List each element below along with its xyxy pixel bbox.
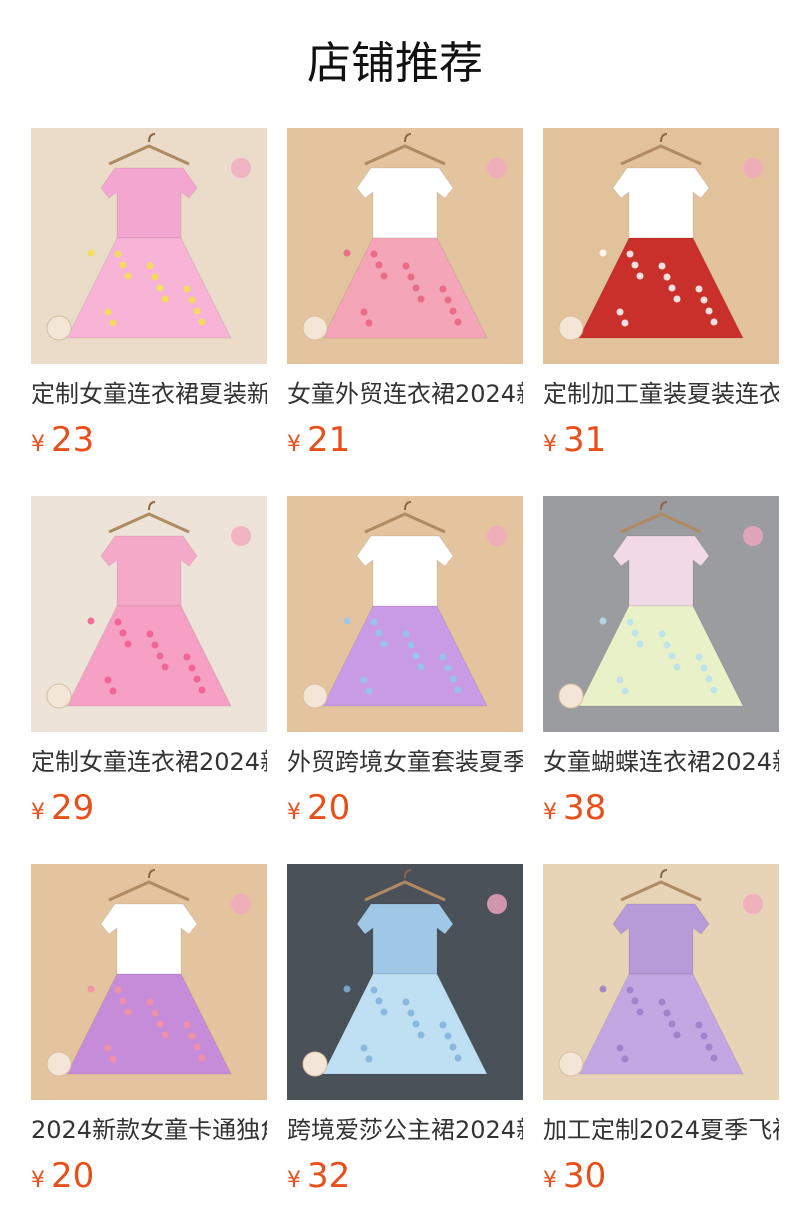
product-image[interactable] [31,864,267,1100]
product-image[interactable] [287,864,523,1100]
price-row: ¥ 38 [543,788,779,828]
product-name[interactable]: 女童蝴蝶连衣裙2024新款 [543,746,779,778]
product-card[interactable]: 定制女童连衣裙2024新款 ¥ 29 [31,496,267,864]
product-card[interactable]: 跨境爱莎公主裙2024新款 ¥ 32 [287,864,523,1232]
currency-symbol: ¥ [543,800,557,825]
product-price: 38 [563,788,607,828]
product-price: 20 [307,788,351,828]
price-row: ¥ 23 [31,420,267,460]
price-row: ¥ 30 [543,1156,779,1196]
price-row: ¥ 20 [31,1156,267,1196]
garment-illustration [543,864,779,1100]
product-price: 32 [307,1156,351,1196]
product-image[interactable] [287,128,523,364]
product-card[interactable]: 女童蝴蝶连衣裙2024新款 ¥ 38 [543,496,779,864]
currency-symbol: ¥ [31,1168,45,1193]
price-row: ¥ 29 [31,788,267,828]
product-price: 30 [563,1156,607,1196]
product-name[interactable]: 跨境爱莎公主裙2024新款 [287,1114,523,1146]
currency-symbol: ¥ [287,800,301,825]
product-image[interactable] [543,864,779,1100]
product-grid: 定制女童连衣裙夏装新款 ¥ 23 女童外贸连衣裙2024新款 ¥ 21 定制加工… [31,128,779,1232]
product-price: 21 [307,420,351,460]
product-card[interactable]: 2024新款女童卡通独角兽套装 ¥ 20 [31,864,267,1232]
product-card[interactable]: 女童外贸连衣裙2024新款 ¥ 21 [287,128,523,496]
product-card[interactable]: 定制加工童装夏装连衣裙 ¥ 31 [543,128,779,496]
price-row: ¥ 32 [287,1156,523,1196]
product-card[interactable]: 定制女童连衣裙夏装新款 ¥ 23 [31,128,267,496]
garment-illustration [31,128,267,364]
product-card[interactable]: 外贸跨境女童套装夏季新款 ¥ 20 [287,496,523,864]
garment-illustration [287,128,523,364]
product-name[interactable]: 外贸跨境女童套装夏季新款 [287,746,523,778]
product-image[interactable] [287,496,523,732]
garment-illustration [31,864,267,1100]
garment-illustration [287,496,523,732]
product-name[interactable]: 加工定制2024夏季飞袖连衣裙 [543,1114,779,1146]
price-row: ¥ 31 [543,420,779,460]
currency-symbol: ¥ [31,432,45,457]
garment-illustration [287,864,523,1100]
product-name[interactable]: 定制女童连衣裙夏装新款 [31,378,267,410]
product-image[interactable] [31,496,267,732]
product-price: 20 [51,1156,95,1196]
product-name[interactable]: 2024新款女童卡通独角兽套装 [31,1114,267,1146]
product-price: 31 [563,420,607,460]
product-card[interactable]: 加工定制2024夏季飞袖连衣裙 ¥ 30 [543,864,779,1232]
currency-symbol: ¥ [543,432,557,457]
currency-symbol: ¥ [287,1168,301,1193]
product-image[interactable] [31,128,267,364]
product-image[interactable] [543,496,779,732]
currency-symbol: ¥ [287,432,301,457]
price-row: ¥ 20 [287,788,523,828]
product-price: 23 [51,420,95,460]
price-row: ¥ 21 [287,420,523,460]
product-name[interactable]: 定制加工童装夏装连衣裙 [543,378,779,410]
section-title: 店铺推荐 [307,38,483,89]
product-price: 29 [51,788,95,828]
currency-symbol: ¥ [543,1168,557,1193]
product-name[interactable]: 定制女童连衣裙2024新款 [31,746,267,778]
garment-illustration [543,496,779,732]
product-image[interactable] [543,128,779,364]
currency-symbol: ¥ [31,800,45,825]
garment-illustration [31,496,267,732]
product-name[interactable]: 女童外贸连衣裙2024新款 [287,378,523,410]
garment-illustration [543,128,779,364]
